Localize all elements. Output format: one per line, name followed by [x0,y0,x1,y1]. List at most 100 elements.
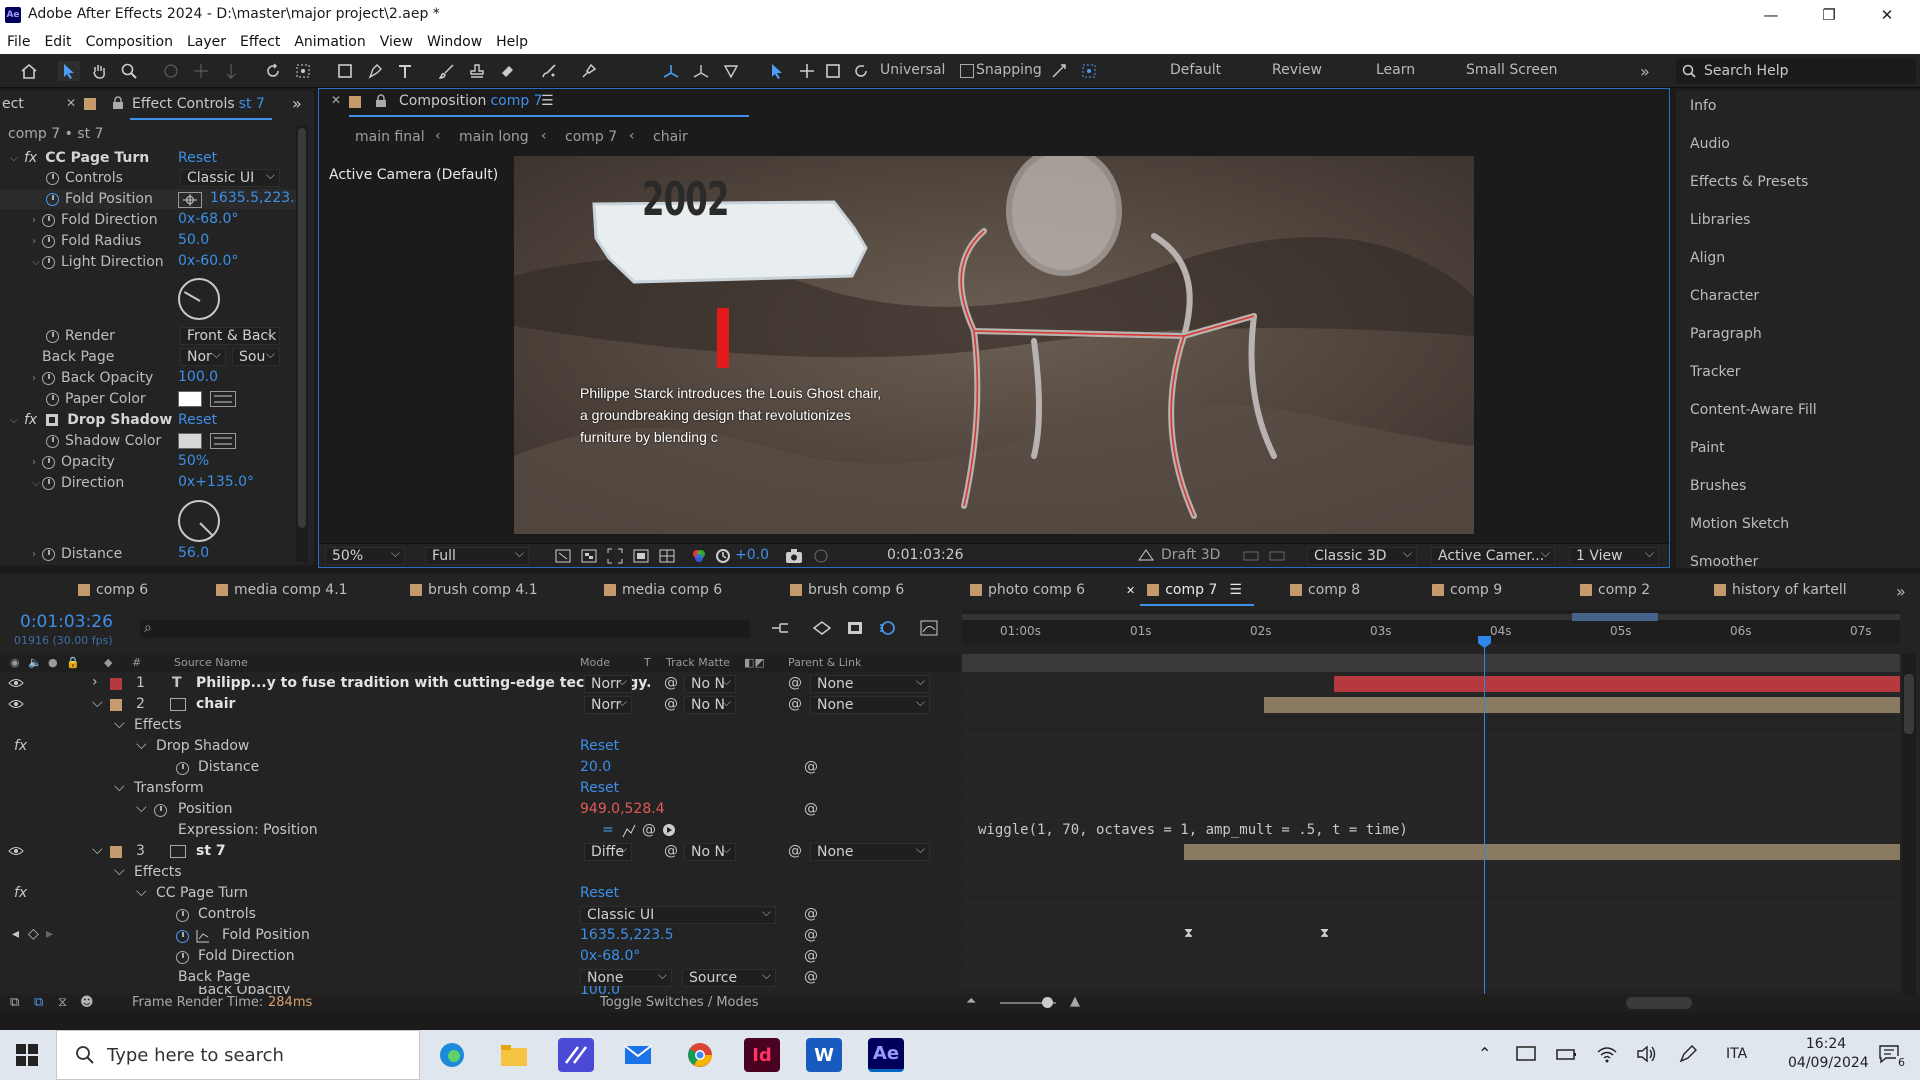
snapping-label[interactable]: Snapping [976,62,1042,78]
3d-scale-tool-icon[interactable] [822,61,844,81]
pickwhip-icon[interactable]: @ [804,969,818,985]
light-direction-value[interactable]: 0x-60.0° [178,253,238,269]
timeline-tab-brush-comp-6[interactable]: brush comp 6 [790,582,904,598]
composition-viewer[interactable]: 2002 Philippe Starck introduces the Loui… [514,156,1474,534]
timeline-tab-comp-6[interactable]: comp 6 [78,582,148,598]
snapshot-camera-icon[interactable] [785,548,803,564]
draft-3d-toggle-icon[interactable] [812,620,832,636]
panel-paint[interactable]: Paint [1690,440,1725,456]
hand-tool-icon[interactable] [88,61,110,81]
stopwatch-icon[interactable] [176,909,189,922]
menu-edit[interactable]: Edit [37,30,78,54]
breadcrumb-main-final[interactable]: main final [355,129,425,145]
paper-color-swatch[interactable] [178,391,202,407]
layer-label-color[interactable] [110,846,122,858]
dolly-camera-icon[interactable] [220,61,242,81]
stopwatch-icon[interactable] [42,213,55,227]
zoom-out-icon[interactable]: ⏶ [966,994,976,1009]
fold-direction-value[interactable]: 0x-68.0° [178,211,238,227]
prop-distance-row[interactable]: Distance 20.0 @ [0,758,960,778]
prop-expression-row[interactable]: Expression: Position = @ [0,821,960,841]
eyedropper-icon[interactable] [210,391,236,407]
column-number[interactable]: # [132,656,141,669]
expression-text[interactable]: wiggle(1, 70, octaves = 1, amp_mult = .5… [978,822,1408,838]
breadcrumb-comp-7[interactable]: comp 7 [565,129,617,145]
pen-tool-icon[interactable] [364,61,386,81]
work-area-bar[interactable] [962,614,1900,620]
collapse-arrow-icon[interactable]: ⌵ [114,716,125,732]
stopwatch-icon[interactable] [42,371,55,385]
type-tool-icon[interactable] [394,61,416,81]
stopwatch-icon[interactable] [42,547,55,561]
enable-expression-icon[interactable]: = [602,822,614,838]
effect-controls-tab[interactable]: Effect Controls st 7 [132,96,265,112]
project-tab-label[interactable]: ect [2,96,24,112]
color-channels-icon[interactable] [691,548,707,564]
stopwatch-active-icon[interactable] [46,192,59,206]
column-t[interactable]: T [644,656,651,669]
keyframe-icon[interactable]: ⧗ [1184,926,1193,941]
panel-effects-presets[interactable]: Effects & Presets [1690,174,1808,190]
stopwatch-icon[interactable] [46,434,59,448]
more-tabs-icon[interactable]: » [1896,582,1906,601]
show-snapshot-icon[interactable] [813,548,829,564]
graph-icon[interactable] [196,929,210,943]
menu-composition[interactable]: Composition [79,30,180,54]
horizontal-scrollbar[interactable] [1626,997,1692,1009]
close-tab-icon[interactable]: ✕ [1126,584,1135,597]
reset-link[interactable]: Reset [580,885,619,901]
lock-switch-icon[interactable]: 🔒 [66,656,80,669]
layer-switches-icon[interactable]: ⧉ [10,995,19,1010]
stopwatch-icon[interactable] [154,804,167,817]
reset-link[interactable]: Reset [580,738,619,754]
pickwhip-icon[interactable]: @ [804,906,818,922]
column-track-matte[interactable]: Track Matte [666,656,730,669]
parent-pickwhip-icon[interactable]: @ [788,675,802,691]
menu-help[interactable]: Help [489,30,535,54]
track-matte-dropdown[interactable]: No N [684,674,736,693]
drop-shadow-header[interactable]: ⌵ fx Drop Shadow [0,410,300,430]
collapse-arrow-icon[interactable]: ⌵ [114,779,125,795]
home-icon[interactable] [18,61,40,81]
parent-dropdown[interactable]: None [810,695,930,714]
next-keyframe-icon[interactable]: ▸ [46,926,53,942]
back-opacity-value[interactable]: 100.0 [580,986,620,994]
menu-view[interactable]: View [373,30,420,54]
timeline-current-time[interactable]: 0:01:03:26 [20,612,113,632]
timeline-tab-comp-9[interactable]: comp 9 [1432,582,1502,598]
workspace-learn[interactable]: Learn [1376,62,1415,78]
stopwatch-icon[interactable] [46,329,59,343]
panel-libraries[interactable]: Libraries [1690,212,1750,228]
layer-bar-2[interactable] [1264,697,1900,713]
time-ruler[interactable]: 01:00s 01s 02s 03s 04s 05s 06s 07s [962,610,1900,644]
timeline-tab-comp-7[interactable]: ✕ comp 7 ☰ [1126,582,1242,598]
parent-dropdown[interactable]: None [810,674,930,693]
back-page-dropdown-2[interactable]: Sou [232,347,280,366]
column-parent-link[interactable]: Parent & Link [788,656,861,669]
menu-animation[interactable]: Animation [287,30,372,54]
close-tab-icon[interactable]: ✕ [66,96,76,110]
pickwhip-icon[interactable]: @ [664,675,678,691]
composition-tab[interactable]: Composition comp 7 [399,93,543,109]
layer-label-color[interactable] [110,699,122,711]
frame-blending-icon[interactable] [846,620,864,636]
input-language[interactable]: ITA [1726,1046,1747,1062]
crosshair-point-icon[interactable] [178,192,202,208]
view-axis-mode-icon[interactable] [720,61,742,81]
layer-bar-3[interactable] [1184,844,1900,860]
fold-radius-value[interactable]: 50.0 [178,232,209,248]
prop-fold-position-row[interactable]: ◂ ◇ ▸ Fold Position 1635.5,223.5 @ [0,926,960,946]
shadow-color-swatch[interactable] [178,433,202,449]
exposure-value[interactable]: +0.0 [735,547,769,563]
panel-info[interactable]: Info [1690,98,1717,114]
lock-icon[interactable] [112,96,124,110]
anchor-point-tool-icon[interactable] [292,61,314,81]
panel-motion-sketch[interactable]: Motion Sketch [1690,516,1789,532]
layer-row-1[interactable]: › 1 T Philipp...y to fuse tradition with… [0,674,960,694]
back-page-dropdown-1[interactable]: Nor [180,347,226,366]
snap-mode-icon[interactable] [1078,61,1100,81]
timeline-search-input[interactable]: ⌕ [140,620,750,638]
collapse-arrow-icon[interactable]: ⌵ [136,737,147,753]
transparency-grid-icon[interactable] [581,548,597,564]
windows-start-icon[interactable] [16,1044,38,1066]
